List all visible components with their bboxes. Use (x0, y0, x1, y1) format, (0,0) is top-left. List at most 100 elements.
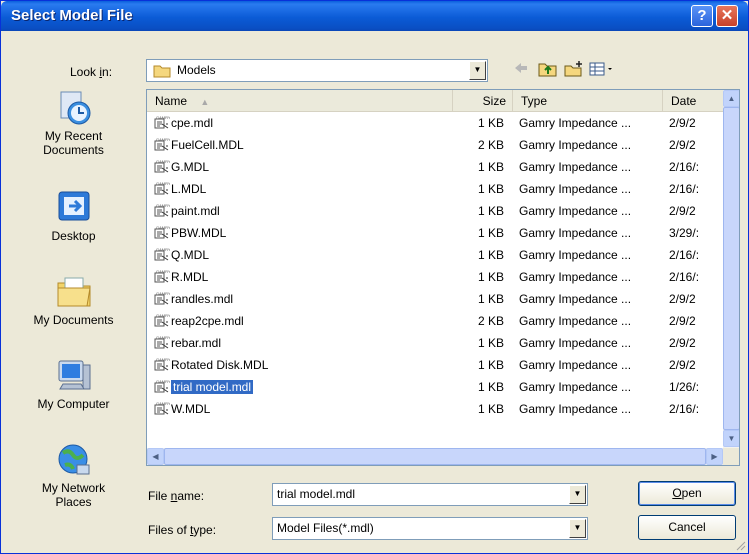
file-row[interactable]: GAMRY PBW.MDL 1 KB Gamry Impedance ... 3/29/… (147, 222, 723, 244)
sort-ascending-icon: ▲ (200, 97, 210, 107)
file-row[interactable]: GAMRY reap2cpe.mdl 2 KB Gamry Impedance ...… (147, 310, 723, 332)
file-list[interactable]: Name ▲ Size Type Date GAMRY cpe.mdl 1 KB Ga… (146, 89, 740, 466)
file-name-text: cpe.mdl (171, 116, 214, 130)
folder-icon (153, 64, 171, 81)
open-button[interactable]: Open (638, 481, 736, 506)
place-my-documents[interactable]: My Documents (11, 273, 136, 327)
file-name-text: trial model.mdl (171, 380, 254, 394)
file-name-cell: GAMRY L.MDL (154, 178, 454, 200)
file-type-cell: Gamry Impedance ... (519, 116, 632, 130)
scroll-down-icon[interactable]: ▼ (723, 430, 739, 447)
file-name-cell: GAMRY paint.mdl (154, 200, 454, 222)
scroll-up-icon[interactable]: ▲ (723, 90, 739, 107)
column-header-type[interactable]: Type (513, 90, 663, 112)
column-header-date[interactable]: Date (663, 90, 723, 112)
svg-text:GAMRY: GAMRY (156, 358, 170, 362)
file-row[interactable]: GAMRY randles.mdl 1 KB Gamry Impedance ... 2… (147, 288, 723, 310)
resize-grip-icon[interactable] (734, 539, 746, 551)
file-type-cell: Gamry Impedance ... (519, 270, 632, 284)
look-in-dropdown[interactable]: Models ▼ (146, 59, 488, 82)
place-label: My Computer (37, 397, 110, 411)
file-list-header: Name ▲ Size Type Date (147, 90, 723, 112)
model-file-icon: GAMRY (154, 159, 171, 173)
file-size-cell: 1 KB (477, 248, 504, 262)
file-size-cell: 1 KB (477, 116, 504, 130)
file-name-cell: GAMRY rebar.mdl (154, 332, 454, 354)
file-name-input[interactable]: trial model.mdl ▼ (272, 483, 588, 506)
scroll-thumb-vertical[interactable] (723, 107, 739, 430)
file-date-cell: 2/16/: (669, 182, 700, 196)
svg-text:GAMRY: GAMRY (156, 182, 170, 186)
close-button[interactable]: ✕ (716, 5, 738, 27)
place-my-recent-documents[interactable]: My Recent Documents (11, 89, 136, 157)
file-name-text: FuelCell.MDL (171, 138, 244, 152)
file-size-cell: 1 KB (477, 226, 504, 240)
file-date-cell: 3/29/: (669, 226, 700, 240)
file-name-cell: GAMRY FuelCell.MDL (154, 134, 454, 156)
chevron-down-icon[interactable]: ▼ (569, 485, 586, 504)
file-row[interactable]: GAMRY Rotated Disk.MDL 1 KB Gamry Impedance… (147, 354, 723, 376)
place-my-network-places[interactable]: My Network Places (11, 441, 136, 509)
file-size-cell: 1 KB (477, 204, 504, 218)
chevron-down-icon[interactable]: ▼ (469, 61, 486, 80)
file-name-value: trial model.mdl (277, 487, 356, 501)
file-name-cell: GAMRY reap2cpe.mdl (154, 310, 454, 332)
file-date-cell: 2/9/2 (669, 204, 696, 218)
file-type-cell: Gamry Impedance ... (519, 204, 632, 218)
svg-text:GAMRY: GAMRY (156, 160, 170, 164)
file-row[interactable]: GAMRY Q.MDL 1 KB Gamry Impedance ... 2/16/: (147, 244, 723, 266)
place-label: My Documents (33, 313, 114, 327)
view-menu-icon[interactable] (589, 61, 615, 80)
help-button[interactable]: ? (691, 5, 713, 27)
svg-text:GAMRY: GAMRY (156, 204, 170, 208)
file-size-cell: 1 KB (477, 380, 504, 394)
file-type-dropdown[interactable]: Model Files(*.mdl) ▼ (272, 517, 588, 540)
scroll-thumb-horizontal[interactable] (164, 448, 706, 465)
file-size-cell: 2 KB (477, 314, 504, 328)
place-my-computer[interactable]: My Computer (11, 357, 136, 411)
file-date-cell: 2/9/2 (669, 314, 696, 328)
model-file-icon: GAMRY (154, 291, 171, 305)
file-row[interactable]: GAMRY R.MDL 1 KB Gamry Impedance ... 2/16/: (147, 266, 723, 288)
file-name-cell: GAMRY cpe.mdl (154, 112, 454, 134)
file-name-cell: GAMRY trial model.mdl (154, 376, 454, 398)
select-model-file-dialog: Select Model File ? ✕ Look in: Models ▼ … (0, 0, 749, 554)
model-file-icon: GAMRY (154, 203, 171, 217)
file-row[interactable]: GAMRY trial model.mdl 1 KB Gamry Impedance … (147, 376, 723, 398)
recent-documents-icon (55, 89, 93, 127)
scroll-right-icon[interactable]: ▶ (706, 448, 723, 465)
file-date-cell: 1/26/: (669, 380, 700, 394)
file-date-cell: 2/9/2 (669, 336, 696, 350)
horizontal-scrollbar[interactable]: ◀ ▶ (147, 448, 723, 465)
scroll-left-icon[interactable]: ◀ (147, 448, 164, 465)
cancel-button[interactable]: Cancel (638, 515, 736, 540)
file-row[interactable]: GAMRY FuelCell.MDL 2 KB Gamry Impedance ...… (147, 134, 723, 156)
file-name-label: File name: (148, 489, 205, 503)
vertical-scrollbar[interactable]: ▲ ▼ (723, 90, 739, 448)
file-type-cell: Gamry Impedance ... (519, 336, 632, 350)
file-name-text: L.MDL (171, 182, 207, 196)
chevron-down-icon[interactable]: ▼ (569, 519, 586, 538)
file-row[interactable]: GAMRY L.MDL 1 KB Gamry Impedance ... 2/16/: (147, 178, 723, 200)
file-type-label: Files of type: (148, 523, 217, 537)
file-size-cell: 1 KB (477, 336, 504, 350)
up-folder-icon[interactable] (538, 61, 558, 80)
file-type-cell: Gamry Impedance ... (519, 402, 632, 416)
file-name-cell: GAMRY R.MDL (154, 266, 454, 288)
my-documents-icon (55, 273, 93, 311)
file-row[interactable]: GAMRY W.MDL 1 KB Gamry Impedance ... 2/16/: (147, 398, 723, 420)
file-row[interactable]: GAMRY rebar.mdl 1 KB Gamry Impedance ... 2/9… (147, 332, 723, 354)
new-folder-icon[interactable] (564, 61, 584, 80)
title-bar[interactable]: Select Model File ? ✕ (1, 1, 748, 31)
file-type-cell: Gamry Impedance ... (519, 226, 632, 240)
back-arrow-icon[interactable] (513, 61, 529, 78)
file-row[interactable]: GAMRY G.MDL 1 KB Gamry Impedance ... 2/16/: (147, 156, 723, 178)
file-row[interactable]: GAMRY cpe.mdl 1 KB Gamry Impedance ... 2/9/2 (147, 112, 723, 134)
place-desktop[interactable]: Desktop (11, 189, 136, 243)
column-header-size[interactable]: Size (453, 90, 513, 112)
file-row[interactable]: GAMRY paint.mdl 1 KB Gamry Impedance ... 2/9… (147, 200, 723, 222)
column-header-name[interactable]: Name ▲ (147, 90, 453, 112)
places-bar: My Recent Documents Desktop My Documents… (11, 89, 136, 525)
model-file-icon: GAMRY (154, 335, 171, 349)
file-name-cell: GAMRY PBW.MDL (154, 222, 454, 244)
